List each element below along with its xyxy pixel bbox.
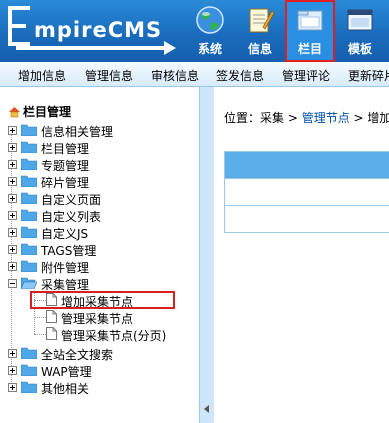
- nav-column[interactable]: 栏目: [285, 0, 335, 62]
- nav-system[interactable]: 系统: [185, 0, 235, 62]
- home-icon: [9, 107, 20, 118]
- expand-icon[interactable]: [8, 262, 17, 271]
- collapse-arrow-icon[interactable]: [204, 405, 209, 413]
- expand-icon[interactable]: [8, 349, 17, 358]
- tree-title: 栏目管理: [8, 103, 71, 120]
- folder-icon: [21, 141, 37, 153]
- subnav-review-info[interactable]: 审核信息: [151, 67, 199, 84]
- expand-icon[interactable]: [8, 143, 17, 152]
- breadcrumb-link-manage-node[interactable]: 管理节点: [302, 111, 350, 125]
- folder-icon: [21, 175, 37, 187]
- empirecms-logo: mpireCMS: [8, 6, 178, 55]
- table-row: [225, 178, 389, 205]
- document-icon: [46, 327, 57, 340]
- folder-icon: [21, 260, 37, 272]
- table-row: [225, 205, 389, 232]
- open-folder-icon: [21, 277, 37, 289]
- subnav-update-fragments[interactable]: 更新碎片: [348, 67, 389, 84]
- folder-icon: [21, 347, 37, 359]
- expand-icon[interactable]: [8, 177, 17, 186]
- folder-icon: [297, 10, 323, 31]
- app-header: mpireCMS 系统 信息 栏目 模板: [0, 0, 389, 62]
- expand-icon[interactable]: [8, 160, 17, 169]
- form-table: [224, 151, 389, 233]
- highlight-box: [30, 291, 175, 309]
- globe-icon: [196, 6, 224, 34]
- nav-template[interactable]: 模板: [335, 0, 385, 62]
- folder-icon: [21, 243, 37, 255]
- subnav-add-info[interactable]: 增加信息: [18, 67, 66, 84]
- sub-nav: 增加信息 管理信息 审核信息 签发信息 管理评论 更新碎片: [0, 62, 389, 87]
- content-panel: 位置：采集 > 管理节点 > 增加: [214, 87, 389, 423]
- collapse-icon[interactable]: [8, 279, 17, 288]
- folder-icon: [21, 124, 37, 136]
- expand-icon[interactable]: [8, 211, 17, 220]
- folder-icon: [21, 364, 37, 376]
- subnav-manage-comments[interactable]: 管理评论: [282, 67, 330, 84]
- expand-icon[interactable]: [8, 245, 17, 254]
- nav-info[interactable]: 信息: [235, 0, 285, 62]
- folder-icon: [21, 381, 37, 393]
- table-header: [225, 152, 389, 178]
- folder-icon: [21, 209, 37, 221]
- expand-icon[interactable]: [8, 383, 17, 392]
- folder-icon: [21, 226, 37, 238]
- expand-icon[interactable]: [8, 366, 17, 375]
- window-icon: [347, 9, 373, 31]
- left-tree-panel: 栏目管理 信息相关管理 栏目管理 专题管理 碎片管理 自定义页面 自定义列表 自…: [0, 87, 199, 423]
- expand-icon[interactable]: [8, 194, 17, 203]
- subnav-manage-info[interactable]: 管理信息: [85, 67, 133, 84]
- folder-icon: [21, 192, 37, 204]
- expand-icon[interactable]: [8, 228, 17, 237]
- expand-icon[interactable]: [8, 126, 17, 135]
- breadcrumb: 位置：采集 > 管理节点 > 增加: [224, 111, 389, 125]
- logo-text: mpireCMS: [34, 18, 163, 42]
- panel-splitter[interactable]: [199, 87, 214, 423]
- folder-icon: [21, 158, 37, 170]
- notepad-icon: [249, 8, 275, 33]
- document-icon: [46, 310, 57, 323]
- subnav-sign-info[interactable]: 签发信息: [216, 67, 264, 84]
